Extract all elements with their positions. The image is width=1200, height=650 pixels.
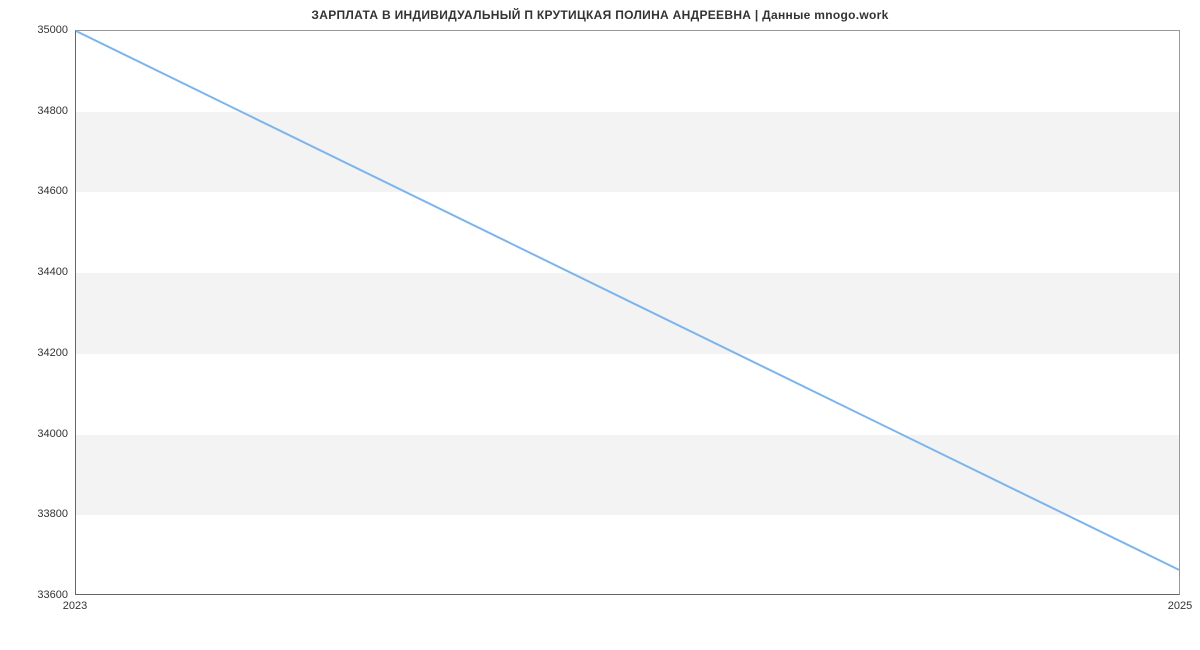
y-tick-label: 34600 <box>37 185 68 197</box>
chart-container: ЗАРПЛАТА В ИНДИВИДУАЛЬНЫЙ П КРУТИЦКАЯ ПО… <box>0 0 1200 650</box>
y-tick-label: 35000 <box>37 24 68 36</box>
x-tick-label: 2025 <box>1168 600 1192 612</box>
y-tick-label: 33800 <box>37 508 68 520</box>
y-tick-label: 34400 <box>37 266 68 278</box>
plot-area <box>75 30 1180 595</box>
y-tick-label: 34000 <box>37 428 68 440</box>
chart-title: ЗАРПЛАТА В ИНДИВИДУАЛЬНЫЙ П КРУТИЦКАЯ ПО… <box>0 8 1200 22</box>
chart-line <box>76 31 1179 594</box>
y-tick-label: 34800 <box>37 105 68 117</box>
x-tick-label: 2023 <box>63 600 87 612</box>
y-tick-label: 34200 <box>37 347 68 359</box>
